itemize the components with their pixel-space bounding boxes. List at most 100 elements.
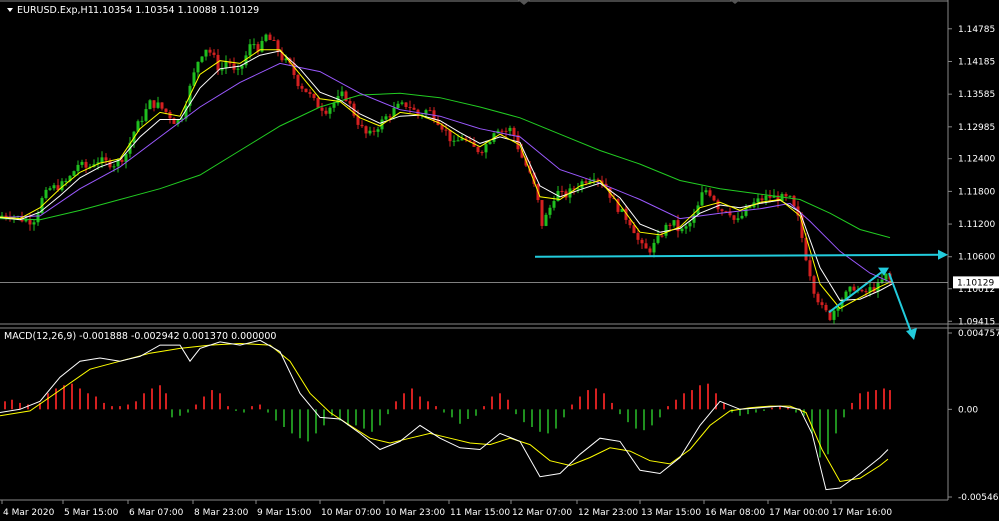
candle-up [236, 68, 240, 70]
candle-up [224, 61, 228, 69]
candle-up [328, 107, 332, 114]
candle-down [372, 130, 376, 132]
time-tick-label: 4 Mar 2020 [3, 508, 55, 518]
candle-down [104, 157, 108, 161]
candle-up [80, 161, 84, 165]
candle-up [656, 235, 660, 243]
candle-down [648, 248, 652, 253]
candle-down [308, 92, 312, 94]
time-tick-label: 9 Mar 15:00 [257, 508, 312, 518]
candle-down [364, 126, 368, 134]
time-tick-label: 13 Mar 15:00 [641, 508, 701, 518]
candle-up [452, 140, 456, 142]
candle-down [812, 276, 816, 294]
candle-up [48, 188, 52, 190]
candle-up [396, 103, 400, 109]
candle-down [732, 215, 736, 220]
time-tick-label: 6 Mar 07:00 [129, 508, 184, 518]
candle-up [200, 56, 204, 62]
candle-down [388, 116, 392, 118]
candle-up [544, 214, 548, 226]
candle-up [764, 195, 768, 201]
candle-down [860, 290, 864, 292]
candle-up [204, 49, 208, 57]
candle-up [488, 141, 492, 145]
candle-down [816, 293, 820, 303]
candle-down [476, 146, 480, 153]
candle-down [316, 98, 320, 108]
candle-down [160, 102, 164, 109]
candle-down [820, 302, 824, 305]
candle-down [560, 190, 564, 192]
candle-up [36, 213, 40, 223]
chart-background [0, 0, 999, 521]
candle-down [824, 304, 828, 311]
candle-down [708, 190, 712, 196]
candle-up [704, 190, 708, 193]
time-tick-label: 10 Mar 23:00 [385, 508, 445, 518]
time-tick-label: 17 Mar 00:00 [769, 508, 829, 518]
candle-up [52, 185, 56, 189]
price-tick-label: 1.11200 [958, 220, 995, 230]
candle-down [28, 220, 32, 225]
candle-down [300, 86, 304, 89]
candle-up [848, 286, 852, 292]
candle-up [832, 310, 836, 320]
trading-chart[interactable]: EURUSD.Exp,H1 1.10354 1.10354 1.10088 1.… [0, 0, 999, 521]
candle-down [480, 152, 484, 154]
candle-down [360, 124, 364, 127]
candle-down [504, 130, 508, 132]
candle-up [144, 109, 148, 121]
candle-up [680, 228, 684, 232]
candle-up [788, 195, 792, 197]
candle-down [640, 239, 644, 244]
candle-down [320, 107, 324, 111]
candle-down [324, 110, 328, 114]
candle-up [0, 215, 4, 217]
price-tick-label: 1.14185 [958, 57, 995, 67]
macd-title: MACD(12,26,9) -0.001888 -0.002942 0.0013… [4, 331, 276, 342]
candle-down [584, 181, 588, 183]
candle-down [272, 39, 276, 41]
candle-down [428, 110, 432, 112]
price-tick-label: 1.10600 [958, 253, 995, 263]
candle-up [112, 166, 116, 168]
candle-down [312, 93, 316, 99]
candle-up [748, 207, 752, 209]
candle-down [84, 161, 88, 168]
candle-down [808, 260, 812, 277]
candle-up [548, 207, 552, 215]
candle-down [304, 88, 308, 93]
candle-up [508, 127, 512, 132]
time-tick-label: 17 Mar 16:00 [832, 508, 892, 518]
candle-up [736, 218, 740, 220]
price-tick-label: 1.12400 [958, 155, 995, 165]
candle-down [668, 224, 672, 226]
price-tick-label: 1.12985 [958, 123, 995, 133]
time-tick-label: 11 Mar 15:00 [450, 508, 510, 518]
candle-down [120, 159, 124, 162]
candle-up [884, 273, 888, 280]
candle-up [124, 153, 128, 162]
candle-up [32, 222, 36, 225]
macd-tick-label: 0.00 [958, 405, 978, 415]
time-tick-label: 12 Mar 23:00 [578, 508, 638, 518]
candle-up [248, 44, 252, 56]
candle-down [792, 195, 796, 207]
current-price-label: 1.10129 [957, 278, 994, 288]
candle-down [448, 129, 452, 142]
candle-down [712, 195, 716, 201]
candle-down [540, 200, 544, 226]
price-tick-label: 1.11800 [958, 187, 995, 197]
candle-up [456, 140, 460, 142]
candle-down [208, 49, 212, 53]
candle-up [140, 120, 144, 122]
candle-up [384, 116, 388, 120]
candle-up [400, 102, 404, 104]
candle-down [660, 235, 664, 237]
candle-up [156, 102, 160, 108]
candle-down [500, 130, 504, 132]
price-tick-label: 1.13585 [958, 90, 995, 100]
candle-up [196, 61, 200, 73]
candle-up [76, 164, 80, 172]
